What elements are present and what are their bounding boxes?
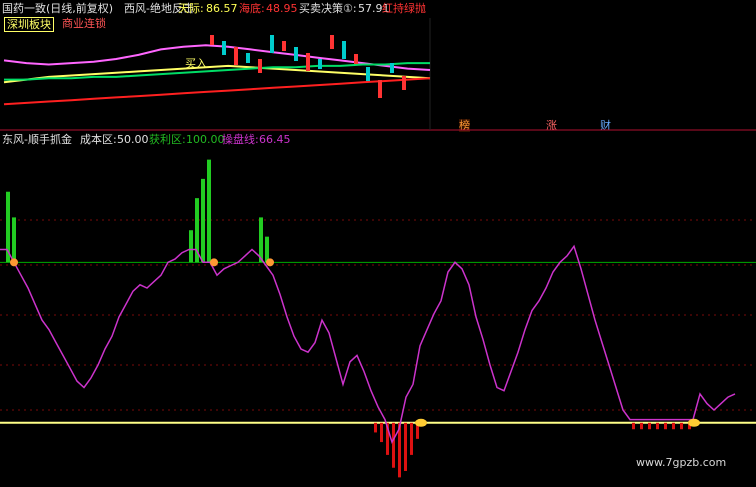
chart-canvas	[0, 18, 756, 478]
top-candle	[234, 47, 238, 65]
top-candle	[270, 35, 274, 53]
green-bar	[265, 236, 269, 263]
green-bar	[12, 217, 16, 263]
red-bar	[632, 422, 635, 430]
top-candle	[282, 41, 286, 51]
top-candle	[222, 41, 226, 55]
red-bar	[664, 422, 667, 430]
green-bar	[201, 178, 205, 263]
red-bar	[680, 422, 683, 430]
top-candle	[390, 63, 394, 73]
red-bar	[392, 422, 395, 468]
red-bar	[640, 422, 643, 430]
top-candle	[258, 59, 262, 73]
top-candle	[294, 47, 298, 61]
cost-cross-marker	[415, 418, 427, 427]
red-bar	[672, 422, 675, 430]
top-candle	[210, 35, 214, 45]
top-candle	[354, 54, 358, 64]
red-bar	[648, 422, 651, 430]
red-bar	[374, 422, 377, 433]
red-bar	[404, 422, 407, 471]
top-candle	[318, 59, 322, 69]
top-series-lower-band	[3, 77, 431, 106]
watermark: www.7gpzb.com	[636, 456, 727, 469]
green-bar	[207, 159, 211, 263]
top-candle	[306, 53, 310, 71]
cost-cross-marker	[688, 418, 700, 427]
control-line	[0, 244, 736, 445]
red-bar	[410, 422, 413, 455]
top-candle	[330, 35, 334, 49]
profit-cross-marker	[210, 258, 218, 267]
red-bar	[380, 422, 383, 443]
green-bar	[189, 230, 193, 263]
profit-cross-marker	[266, 258, 274, 267]
top-candle	[378, 80, 382, 98]
red-bar	[656, 422, 659, 430]
top-candle	[366, 67, 370, 81]
top-candle	[342, 41, 346, 59]
profit-cross-marker	[10, 258, 18, 267]
top-candle	[402, 76, 406, 90]
top-candle	[246, 53, 250, 63]
chart-window: 国药一致(日线,前复权) 西风-绝地反击 天际: 86.57 海底: 48.95…	[0, 0, 756, 487]
